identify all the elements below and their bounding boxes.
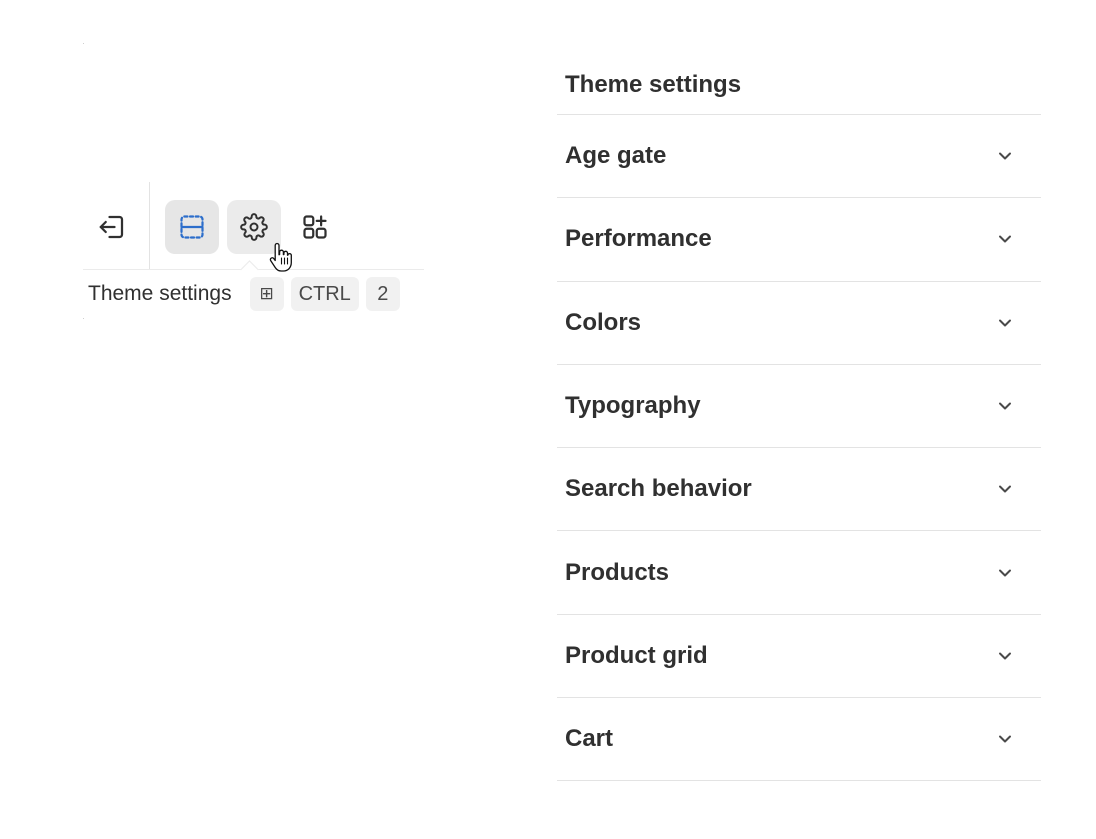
- section-label: Cart: [565, 725, 614, 753]
- chevron-down-icon: [995, 396, 1015, 416]
- chevron-down-icon: [995, 729, 1015, 749]
- chevron-down-icon: [995, 479, 1015, 499]
- chevron-down-icon: [995, 229, 1015, 249]
- section-label: Products: [565, 558, 670, 586]
- windows-key: ⊞: [249, 277, 284, 311]
- exit-icon: [97, 212, 127, 242]
- section-colors[interactable]: Colors: [557, 282, 1041, 365]
- toolbar-divider: [149, 182, 150, 269]
- theme-settings-panel: Theme settings Age gate Performance Colo…: [557, 55, 1041, 782]
- section-label: Age gate: [565, 142, 667, 170]
- sections-icon: [178, 213, 206, 241]
- section-label: Performance: [565, 225, 712, 253]
- ctrl-key: CTRL: [290, 277, 359, 311]
- section-cart[interactable]: Cart: [557, 698, 1041, 782]
- section-label: Colors: [565, 308, 642, 336]
- page: Theme settings ⊞ CTRL 2 Theme settings A…: [0, 0, 1096, 839]
- sections-button[interactable]: [165, 200, 219, 254]
- theme-settings-tooltip: Theme settings ⊞ CTRL 2: [83, 270, 424, 318]
- section-age-gate[interactable]: Age gate: [557, 115, 1041, 199]
- hand-cursor-icon: [268, 241, 296, 273]
- tooltip-label: Theme settings: [88, 282, 232, 305]
- section-product-grid[interactable]: Product grid: [557, 615, 1041, 699]
- number-key: 2: [365, 277, 400, 311]
- chevron-down-icon: [995, 646, 1015, 666]
- section-label: Typography: [565, 392, 701, 420]
- panel-title: Theme settings: [557, 55, 1041, 115]
- section-typography[interactable]: Typography: [557, 365, 1041, 449]
- add-apps-button[interactable]: [288, 200, 342, 254]
- exit-button[interactable]: [85, 200, 139, 254]
- section-products[interactable]: Products: [557, 531, 1041, 615]
- chevron-down-icon: [995, 313, 1015, 333]
- add-apps-icon: [301, 213, 329, 241]
- section-label: Product grid: [565, 641, 708, 669]
- editor-toolbar: [83, 182, 424, 279]
- gear-icon: [240, 213, 268, 241]
- section-label: Search behavior: [565, 475, 752, 503]
- chevron-down-icon: [995, 563, 1015, 583]
- chevron-down-icon: [995, 146, 1015, 166]
- artifact-dot: [83, 43, 84, 44]
- section-performance[interactable]: Performance: [557, 198, 1041, 282]
- artifact-dot: [83, 318, 84, 319]
- section-search-behavior[interactable]: Search behavior: [557, 448, 1041, 532]
